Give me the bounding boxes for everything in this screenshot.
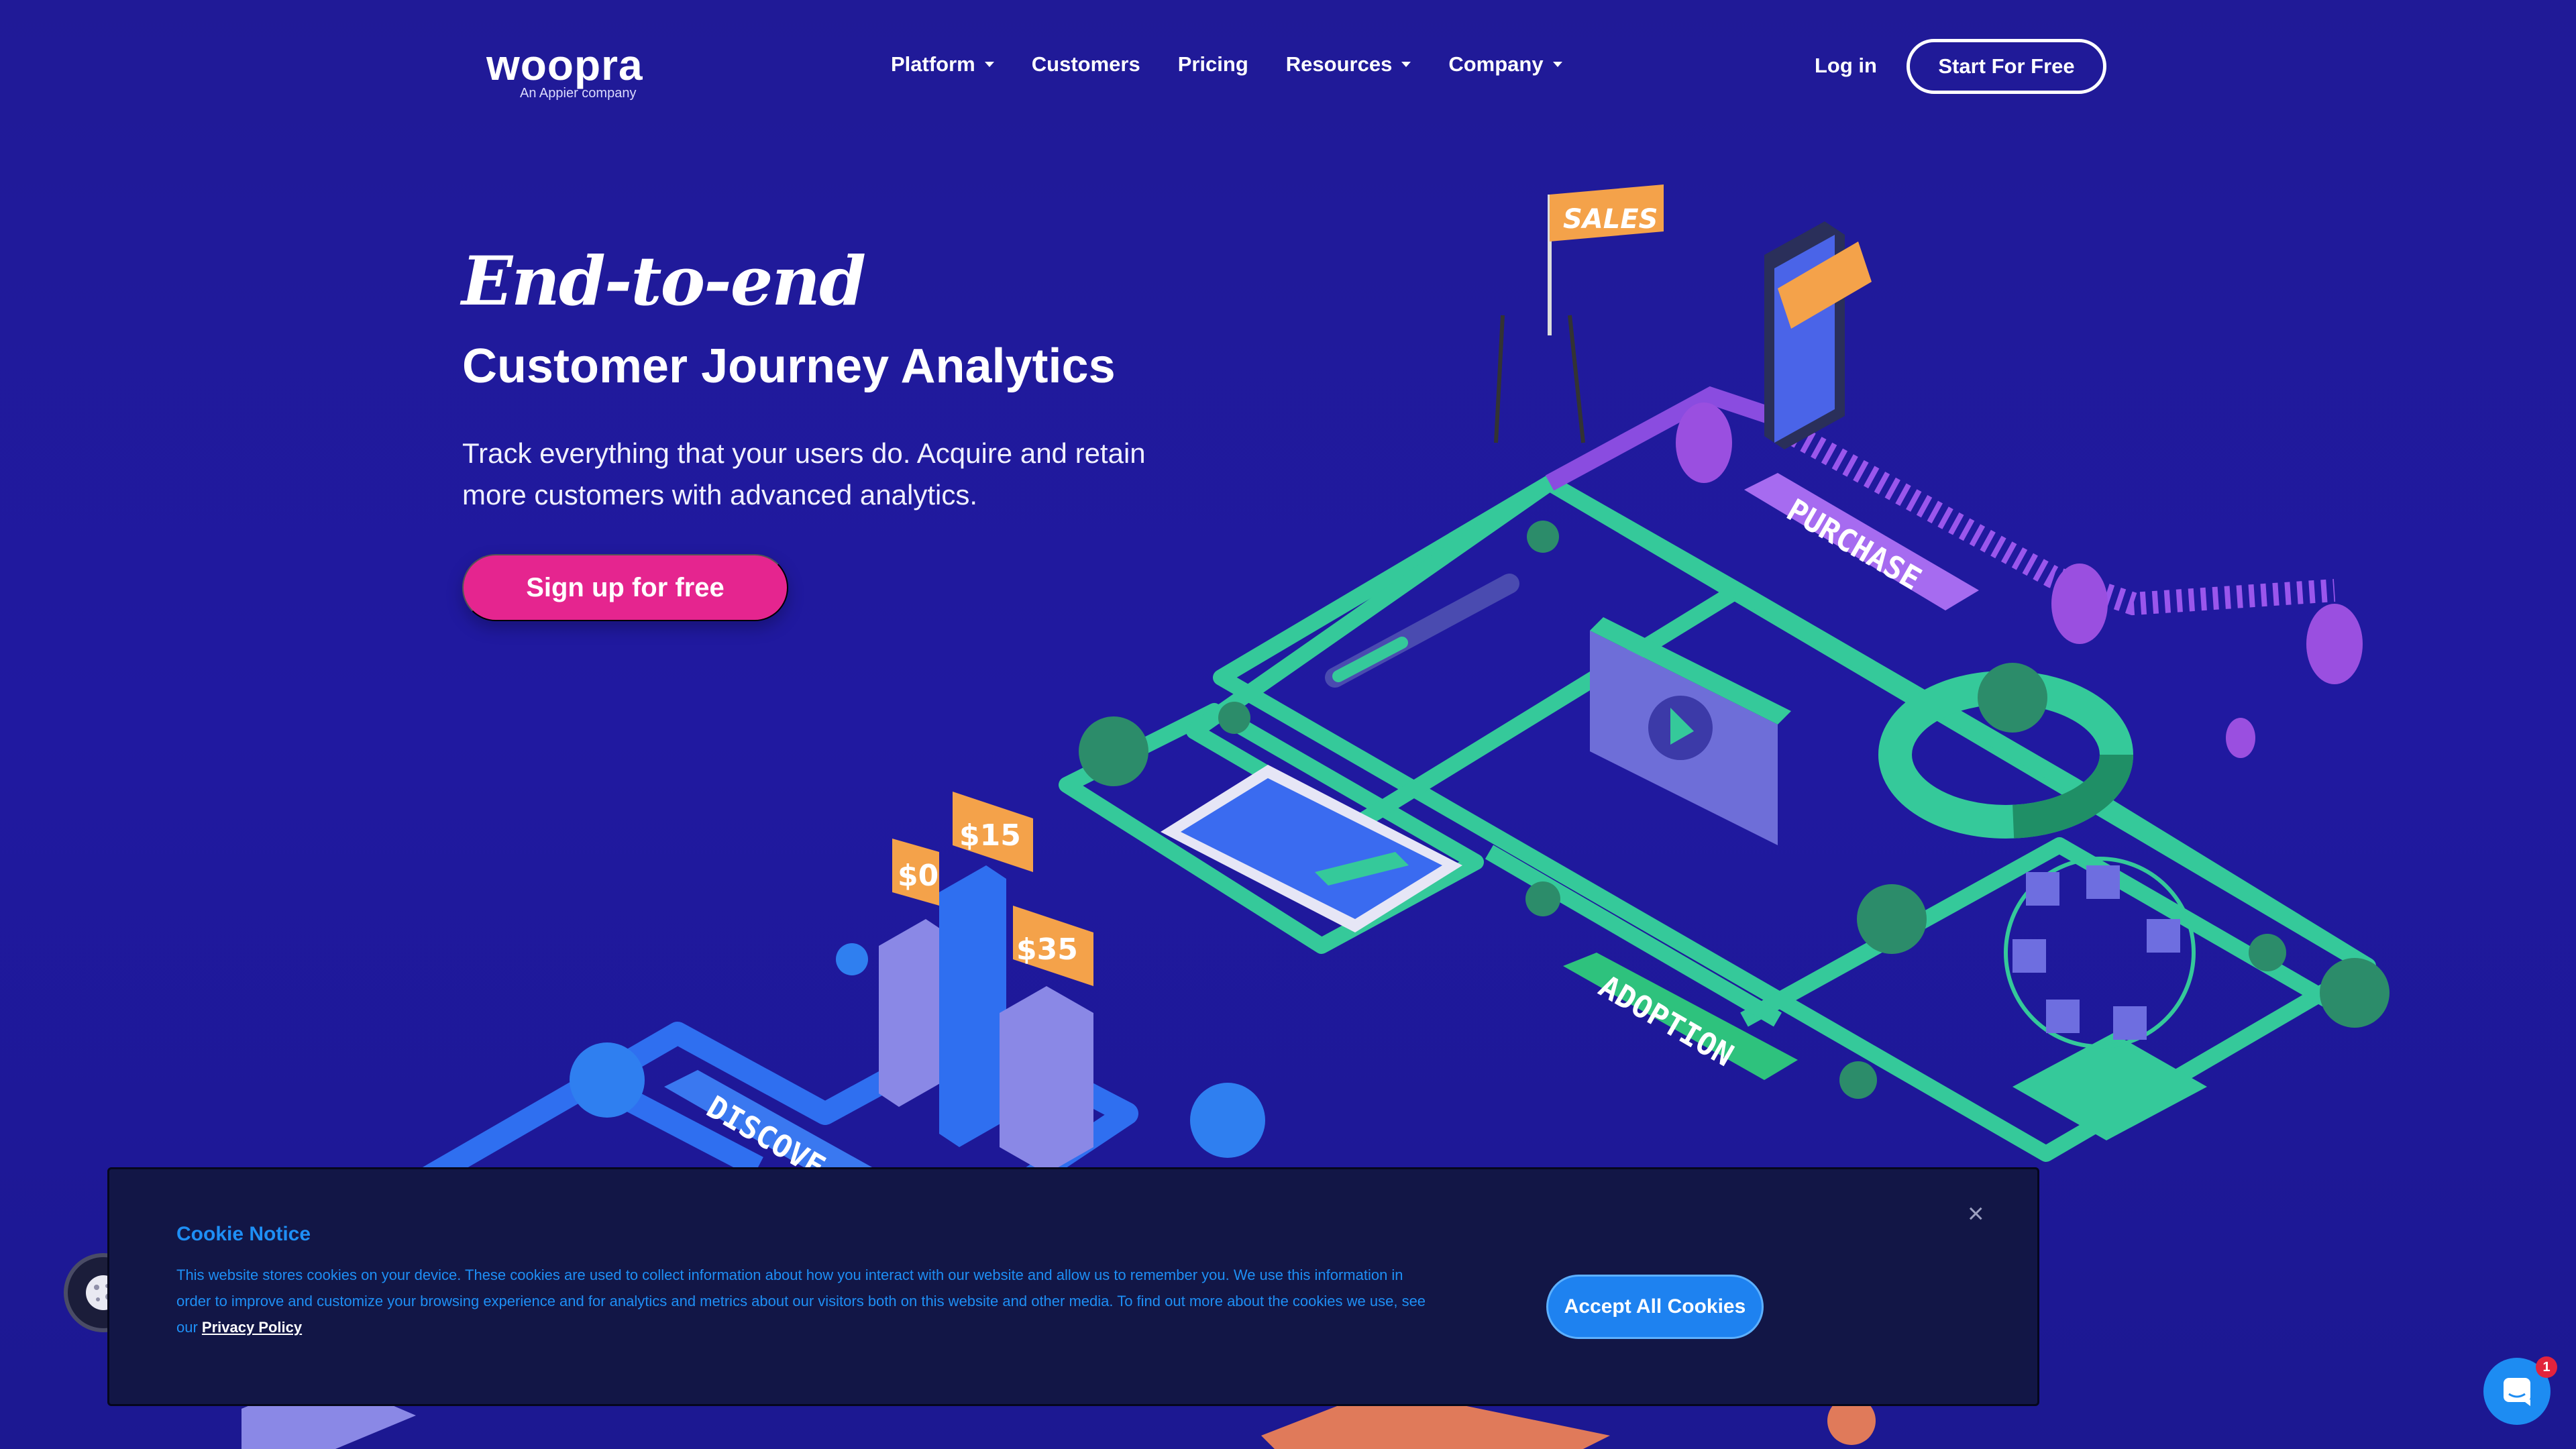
cookie-notice: Cookie Notice This website stores cookie… <box>107 1167 2039 1406</box>
nav-platform[interactable]: Platform <box>891 52 994 76</box>
purchase-sign: PURCHASE <box>1744 473 1979 610</box>
sales-flag: SALES <box>1494 184 1664 443</box>
close-icon[interactable]: × <box>1968 1197 1984 1230</box>
nav-company[interactable]: Company <box>1448 52 1562 76</box>
nav-customers[interactable]: Customers <box>1032 52 1140 76</box>
woopra-logo[interactable]: woopra An Appier company <box>486 42 647 109</box>
phone-store <box>1764 221 1872 449</box>
page: SALES PURCHASE ADOPTION DISCOVE $0 $15 $… <box>0 0 2576 1449</box>
main-menu: Platform Customers Pricing Resources Com… <box>891 52 1562 76</box>
login-link[interactable]: Log in <box>1815 54 1877 78</box>
caret-down-icon <box>984 62 994 67</box>
chat-icon <box>2504 1378 2530 1406</box>
price-tag-0: $0 <box>898 859 938 893</box>
cookie-notice-title: Cookie Notice <box>176 1223 311 1245</box>
purchase-label: PURCHASE <box>1781 492 1928 598</box>
start-for-free-button[interactable]: Start For Free <box>1907 39 2106 94</box>
video-screen <box>1590 617 1791 845</box>
cookie-notice-text: This website stores cookies on your devi… <box>176 1262 1438 1340</box>
nav-resources-label: Resources <box>1285 52 1393 76</box>
accept-all-cookies-button[interactable]: Accept All Cookies <box>1546 1275 1764 1339</box>
hero-lead: Track everything that your users do. Acq… <box>462 437 1146 511</box>
caret-down-icon <box>1401 62 1411 67</box>
cookie-notice-body: This website stores cookies on your devi… <box>176 1267 1426 1336</box>
logo-tagline: An Appier company <box>520 86 637 101</box>
logo-wordmark: woopra <box>486 41 643 89</box>
price-buildings: $0 $15 $35 <box>879 792 1093 1174</box>
caret-down-icon <box>1552 62 1562 67</box>
price-tag-35: $35 <box>1016 932 1078 967</box>
nav-company-label: Company <box>1448 52 1544 76</box>
hero-script-title: End-to-end <box>462 241 866 321</box>
nav-platform-label: Platform <box>891 52 975 76</box>
nav-pricing-label: Pricing <box>1177 52 1248 76</box>
chat-notification-badge: 1 <box>2536 1356 2557 1378</box>
nav-pricing[interactable]: Pricing <box>1178 52 1248 76</box>
nav-resources[interactable]: Resources <box>1286 52 1411 76</box>
sales-label: SALES <box>1563 204 1658 235</box>
price-tag-15: $15 <box>959 818 1021 853</box>
hero-title: Customer Journey Analytics <box>462 339 1116 393</box>
top-navigation: woopra An Appier company Platform Custom… <box>0 0 2576 134</box>
sign-up-button[interactable]: Sign up for free <box>462 554 788 621</box>
privacy-policy-link[interactable]: Privacy Policy <box>202 1319 302 1336</box>
ferris-wheel <box>2004 857 2207 1140</box>
nav-customers-label: Customers <box>1031 52 1140 76</box>
